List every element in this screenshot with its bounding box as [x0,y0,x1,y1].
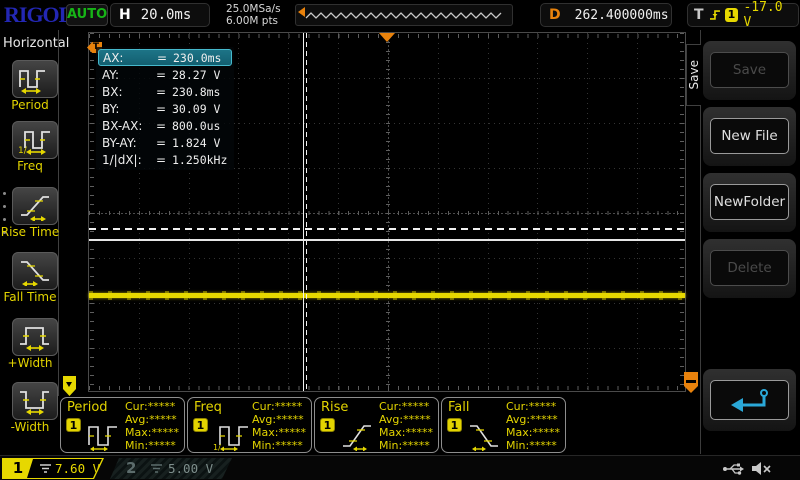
rise-icon [339,417,377,451]
measurement-label: Fall [448,400,469,415]
channel-badge: 1 [320,418,335,432]
cursor-b-horizontal-line[interactable] [89,228,685,230]
delay-value: 262.400000ms [575,8,669,23]
sidebar-title: Horizontal [3,36,69,51]
new-folder-button[interactable]: NewFolder [710,184,789,220]
cursor-row-by-ay: BY-AY:=1.824 V [98,134,232,151]
delete-button[interactable]: Delete [710,250,789,286]
usb-icon [722,462,744,476]
memory-depth: 6.00M pts [226,15,281,27]
delay-readout-box[interactable]: D 262.400000ms [540,3,672,27]
ch1-offset-offscreen-marker-icon[interactable] [63,376,76,396]
ground-coupling-icon [39,463,52,474]
sidebar-item-period[interactable]: Period [0,60,60,112]
measurement-box-fall[interactable]: Fall 1 Cur:***** Avg:***** Max:***** Min… [441,397,566,453]
t-label: T [694,7,704,23]
sidebar-item-label: -Width [0,420,60,434]
channel-1-scale: 7.60 V [55,461,100,476]
measurement-box-freq[interactable]: Freq 1 1/ Cur:***** Avg:***** Max:***** … [187,397,312,453]
new-file-button[interactable]: New File [710,118,789,154]
sidebar-item-freq[interactable]: 1/ Freq [0,121,60,173]
save-button[interactable]: Save [710,52,789,88]
sidebar-item-rise-time[interactable]: Rise Time [0,187,60,239]
cursor-row-inv-dx: 1/|dX|:=1.250kHz [98,151,232,168]
horizontal-scale-box[interactable]: H 20.0ms [110,3,210,27]
channel-badge: 1 [66,418,81,432]
d-label: D [549,7,561,23]
channel-2-indicator[interactable]: 2 5.00 V [110,458,232,479]
sidebar-item-label: Rise Time [0,225,60,239]
sample-rate-readout: 25.0MSa/s 6.00M pts [226,3,281,27]
cursor-a-vertical-line[interactable] [303,33,304,391]
period-icon [85,417,123,451]
fall-time-icon [12,252,58,290]
softkey-new-folder[interactable]: NewFolder [703,173,796,232]
ground-coupling-icon [150,463,163,474]
trigger-position-marker-icon[interactable] [379,33,395,42]
cursor-row-bx-ax: BX-AX:=800.0us [98,117,232,134]
menu-tab-save: Save [686,44,701,106]
softkey-delete[interactable]: Delete [703,239,796,298]
cursor-row-bx: BX:=230.8ms [98,83,232,100]
measurement-box-rise[interactable]: Rise 1 Cur:***** Avg:***** Max:***** Min… [314,397,439,453]
measurement-box-period[interactable]: Period 1 Cur:***** Avg:***** Max:***** M… [60,397,185,453]
cursor-a-horizontal-line[interactable] [89,239,685,241]
h-scale-value: 20.0ms [141,7,192,23]
period-icon [12,60,58,98]
svg-text:1/: 1/ [213,443,221,451]
channel-2-scale: 5.00 V [168,461,213,476]
rise-time-icon [12,187,58,225]
freq-icon: 1/ [212,417,250,451]
measurement-label: Freq [194,400,222,415]
cursor-row-ay: AY:=28.27 V [98,66,232,83]
sidebar-item-label: +Width [0,356,60,370]
sidebar-item-label: Freq [0,159,60,173]
fall-icon [466,417,504,451]
rising-edge-trigger-icon [708,8,722,22]
speaker-muted-icon [750,460,772,477]
top-status-bar: RIGOL AUTO H 20.0ms 25.0MSa/s 6.00M pts … [0,0,800,30]
trigger-level-value: -17.0 V [743,0,798,30]
trigger-source-badge: 1 [725,8,739,22]
return-arrow-icon[interactable] [710,380,789,420]
channel-1-indicator[interactable]: 1 7.60 V [2,458,104,479]
measure-sidebar: Horizontal Period [0,30,60,455]
sidebar-item-plus-width[interactable]: +Width [0,318,60,370]
softkey-back[interactable] [703,369,796,431]
svg-text:1/: 1/ [18,146,28,155]
measurement-label: Rise [321,400,348,415]
measurement-label: Period [67,400,108,415]
sidebar-item-label: Period [0,98,60,112]
channel-1-number: 1 [3,459,33,478]
channel-badge: 1 [193,418,208,432]
softkey-new-file[interactable]: New File [703,107,796,166]
sidebar-item-minus-width[interactable]: -Width [0,382,60,434]
cursor-row-ax[interactable]: AX: = 230.0ms [98,49,232,66]
cursor-measurement-panel: AX: = 230.0ms AY:=28.27 V BX:=230.8ms BY… [96,47,234,170]
cursor-b-vertical-line[interactable] [306,33,307,391]
oscilloscope-screen: RIGOL AUTO H 20.0ms 25.0MSa/s 6.00M pts … [0,0,800,480]
minus-width-icon [12,382,58,420]
trigger-level-offscreen-marker-icon[interactable] [684,372,698,393]
ch1-trace-noise [89,298,685,300]
sidebar-item-fall-time[interactable]: Fall Time [0,252,60,304]
freq-icon: 1/ [12,121,58,159]
channel-2-number: 2 [126,459,136,477]
h-label: H [119,7,131,23]
preview-wave-icon [304,8,506,22]
softkey-save[interactable]: Save [703,41,796,100]
waveform-preview[interactable] [295,4,513,26]
plus-width-icon [12,318,58,356]
sample-rate: 25.0MSa/s [226,3,281,15]
trigger-readout-box[interactable]: T 1 -17.0 V [687,3,799,27]
rigol-logo: RIGOL [4,2,72,28]
run-status-badge[interactable]: AUTO [66,4,108,26]
channel-status-bar: 1 7.60 V 2 5.00 V [0,455,800,480]
cursor-row-by: BY:=30.09 V [98,100,232,117]
sidebar-item-label: Fall Time [0,290,60,304]
channel-badge: 1 [447,418,462,432]
